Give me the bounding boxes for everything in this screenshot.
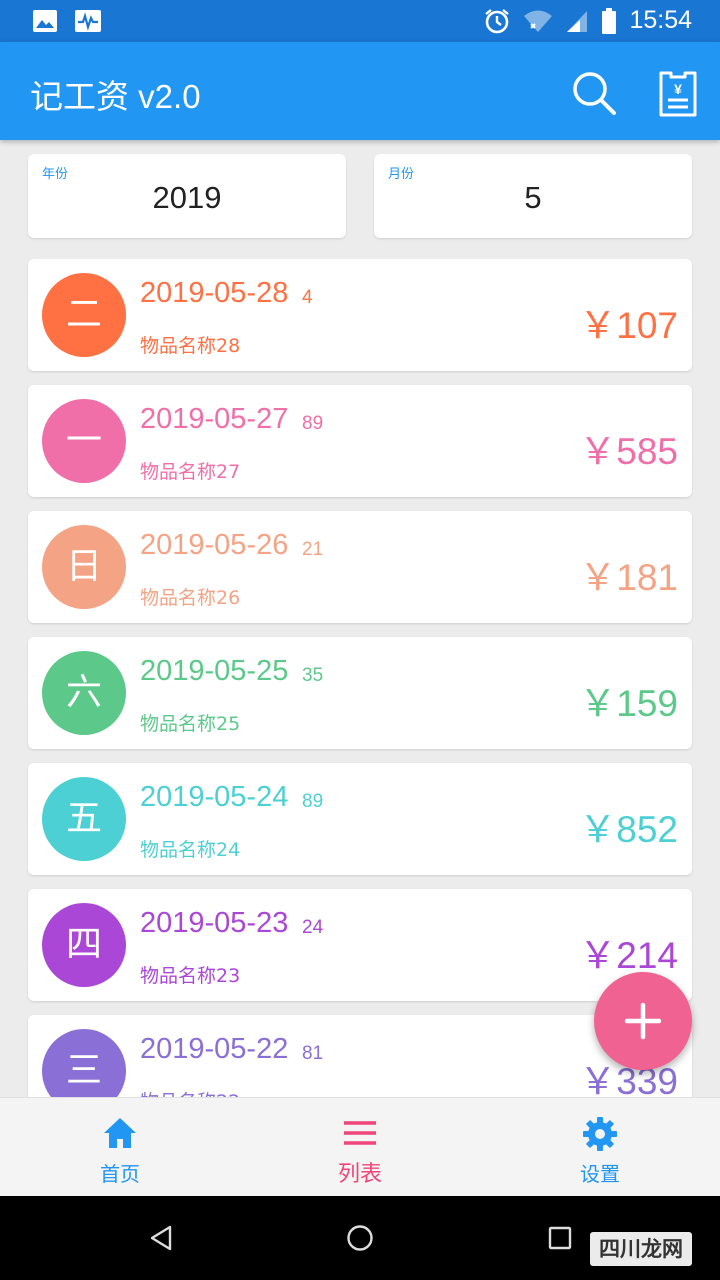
record-count: 89 [302,791,324,812]
app-bar: 记工资 v2.0 ¥ [0,42,720,140]
record-amount: ￥585 [579,431,678,472]
wifi-off-icon [524,10,553,32]
weekday-badge: 六 [42,651,126,735]
record-count: 24 [302,917,324,938]
search-button[interactable] [570,69,618,117]
recents-icon[interactable] [548,1226,572,1250]
battery-icon [602,7,617,34]
year-selector[interactable]: 年份 2019 [28,154,346,238]
record-card[interactable]: 一 2019-05-27 89 物品名称27 ￥585 [28,385,692,497]
record-count: 81 [302,1043,324,1064]
activity-icon [75,10,101,32]
record-count: 4 [302,287,313,308]
record-date: 2019-05-26 [140,529,289,561]
weekday-badge: 一 [42,399,126,483]
record-name: 物品名称22 [140,1087,240,1097]
weekday-badge: 三 [42,1029,126,1097]
record-card[interactable]: 三 2019-05-22 81 物品名称22 ￥339 [28,1015,692,1097]
record-date: 2019-05-28 [140,277,289,309]
gear-icon [583,1117,617,1151]
record-amount: ￥852 [579,809,678,850]
status-time: 15:54 [629,6,692,34]
bottom-navigation: 首页 列表 设置 [0,1097,720,1196]
nav-home[interactable]: 首页 [0,1098,240,1197]
record-name: 物品名称27 [140,461,241,483]
back-icon[interactable] [148,1224,174,1252]
record-amount: ￥214 [579,935,678,976]
search-icon [573,72,616,115]
status-bar: 15:54 [0,0,720,42]
record-name: 物品名称24 [140,839,241,861]
record-name: 物品名称26 [140,587,241,609]
record-count: 35 [302,665,324,686]
record-name: 物品名称25 [140,713,241,735]
add-record-button[interactable] [594,972,692,1070]
signal-icon [567,10,588,32]
nav-settings-label: 设置 [580,1162,620,1186]
record-date: 2019-05-23 [140,907,289,939]
svg-text:¥: ¥ [674,81,682,97]
year-value: 2019 [152,180,222,215]
record-amount: ￥159 [579,683,678,724]
nav-list[interactable]: 列表 [240,1098,480,1197]
record-amount: ￥107 [579,305,678,346]
nav-settings[interactable]: 设置 [480,1098,720,1197]
receipt-icon: ¥ [659,71,697,117]
record-name: 物品名称28 [140,335,241,357]
weekday-badge: 日 [42,525,126,609]
record-date: 2019-05-25 [140,655,289,687]
month-selector[interactable]: 月份 5 [374,154,692,238]
list-icon [344,1121,376,1145]
record-date: 2019-05-22 [140,1033,289,1065]
weekday-badge: 五 [42,777,126,861]
plus-icon [624,1002,662,1040]
alarm-icon [485,8,510,33]
record-card[interactable]: 六 2019-05-25 35 物品名称25 ￥159 [28,637,692,749]
record-card[interactable]: 四 2019-05-23 24 物品名称23 ￥214 [28,889,692,1001]
record-list[interactable]: 二 2019-05-28 4 物品名称28 ￥107 一 2019-05-27 … [0,259,720,1097]
month-value: 5 [524,180,542,215]
image-icon [33,10,57,32]
home-circle-icon[interactable] [346,1224,374,1252]
nav-home-label: 首页 [100,1162,140,1186]
record-card[interactable]: 日 2019-05-26 21 物品名称26 ￥181 [28,511,692,623]
home-icon [104,1118,136,1148]
record-count: 21 [302,539,324,560]
app-title: 记工资 v2.0 [30,78,201,115]
record-name: 物品名称23 [140,965,241,987]
weekday-badge: 四 [42,903,126,987]
nav-list-label: 列表 [337,1162,382,1187]
receipt-button[interactable]: ¥ [656,69,700,119]
record-count: 89 [302,413,324,434]
record-card[interactable]: 五 2019-05-24 89 物品名称24 ￥852 [28,763,692,875]
record-card[interactable]: 二 2019-05-28 4 物品名称28 ￥107 [28,259,692,371]
record-date: 2019-05-24 [140,781,289,813]
record-amount: ￥181 [579,557,678,598]
watermark: 四川龙网 [590,1232,692,1266]
record-date: 2019-05-27 [140,403,289,435]
weekday-badge: 二 [42,273,126,357]
